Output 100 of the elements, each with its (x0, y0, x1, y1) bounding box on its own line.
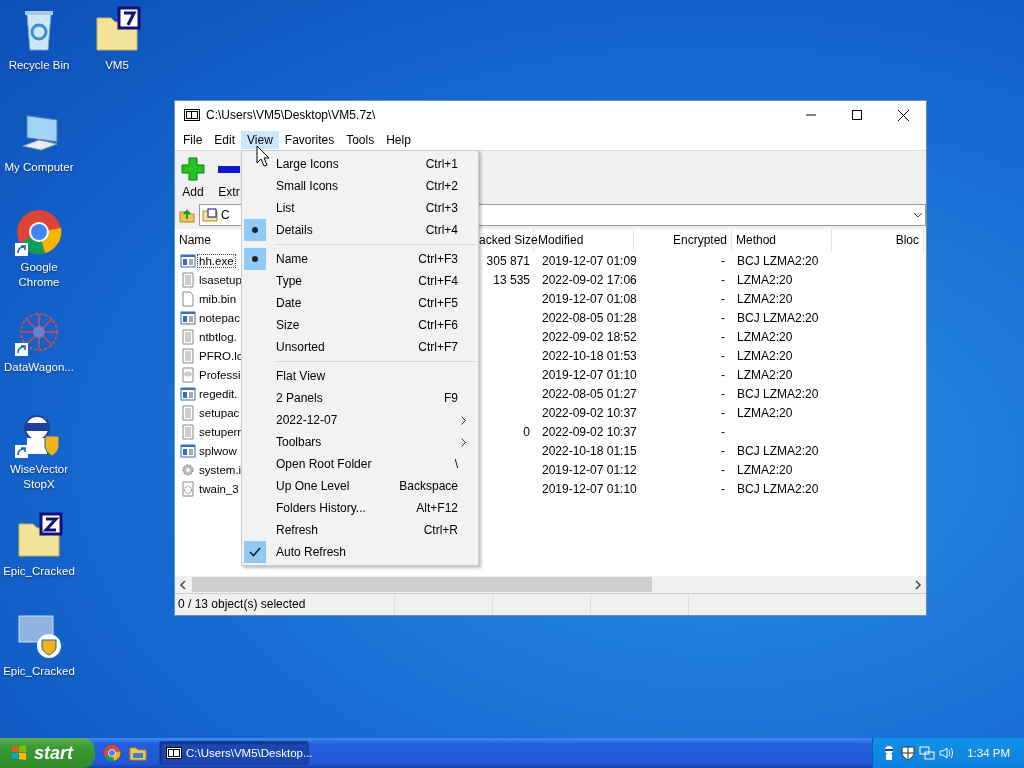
file-icon (180, 423, 196, 440)
table-cell-text: BCJ LZMA2:20 (736, 481, 820, 496)
table-cell-text: BCJ LZMA2:20 (736, 386, 820, 401)
file-icon (180, 328, 196, 345)
desktop-icon-label[interactable]: My Computer (0, 160, 78, 175)
desktop-icon-label[interactable]: VM5 (78, 58, 156, 73)
menu-item[interactable]: File (177, 130, 209, 149)
program-file-icon (180, 252, 196, 269)
menu-item[interactable]: 2 Panels F9 (242, 387, 478, 409)
table-cell-text: LZMA2:20 (736, 329, 794, 344)
start-button[interactable]: start (0, 738, 95, 768)
table-cell-text: 2022-09-02 10:37 (541, 405, 634, 420)
menu-item[interactable]: Tools (340, 130, 381, 149)
table-cell-text: - (720, 310, 726, 325)
menu-item[interactable]: Toolbars (242, 431, 478, 453)
table-cell-text: 2022-10-18 01:15 (541, 443, 634, 458)
file-name[interactable]: mib.bin (197, 291, 239, 306)
desktop-icon-label[interactable]: DataWagon... (0, 360, 78, 375)
menu-item[interactable]: Help (380, 130, 417, 149)
browser-icon[interactable] (15, 208, 63, 256)
menu-item[interactable]: Favorites (278, 130, 341, 149)
menu-item[interactable]: Date Ctrl+F5 (242, 292, 478, 314)
shield-tray-icon[interactable] (900, 745, 917, 761)
table-cell-text: 0 (522, 424, 531, 439)
file-name[interactable]: twain_3 (197, 481, 241, 496)
program-file-icon (180, 309, 196, 326)
menu-item[interactable]: Flat View (242, 365, 478, 387)
speaker-icon[interactable] (938, 745, 955, 761)
table-cell-text: LZMA2:20 (736, 348, 794, 363)
table-cell-text: 2019-12-07 01:09 (541, 253, 634, 268)
file-icon (180, 271, 196, 288)
menu-item[interactable]: Folders History... Alt+F12 (242, 497, 478, 519)
menu-item[interactable]: Unsorted Ctrl+F7 (242, 336, 478, 358)
table-cell-text: 2019-12-07 01:12 (541, 462, 634, 477)
table-cell-text: - (720, 424, 726, 439)
table-cell-text: - (720, 253, 726, 268)
desktop-icon-label[interactable]: WiseVector StopX (0, 462, 78, 492)
desktop-icon-label[interactable]: Google Chrome (0, 260, 78, 290)
menu-item[interactable]: Auto Refresh (242, 541, 478, 563)
table-cell-text: 305 871 (485, 253, 531, 268)
up-folder-icon[interactable] (179, 207, 195, 223)
file-name[interactable]: lsasetup (197, 272, 244, 287)
file-icon (180, 480, 196, 497)
browser-icon[interactable] (103, 744, 121, 762)
file-name[interactable]: notepac (197, 310, 242, 325)
table-cell-text: LZMA2:20 (736, 405, 794, 420)
close-button[interactable] (897, 109, 909, 121)
desktop-icon[interactable] (15, 512, 63, 560)
table-cell-text: BCJ LZMA2:20 (736, 253, 820, 268)
menu-item[interactable]: Open Root Folder \ (242, 453, 478, 475)
program-file-icon (180, 385, 196, 402)
clock[interactable]: 1:34 PM (967, 747, 1010, 759)
menu-item[interactable]: Size Ctrl+F6 (242, 314, 478, 336)
column-header[interactable]: Encrypted (634, 229, 732, 251)
file-name[interactable]: setupac (197, 405, 242, 420)
table-cell-text: 2022-09-02 18:52 (541, 329, 634, 344)
table-cell-text: 2019-12-07 01:08 (541, 291, 634, 306)
desktop-icon-label[interactable]: Recycle Bin (0, 58, 78, 73)
menu-item[interactable]: Up One Level Backspace (242, 475, 478, 497)
column-header[interactable]: Bloc (832, 229, 924, 251)
menu-item[interactable]: View (241, 130, 279, 149)
desktop-icon-label[interactable]: Epic_Cracked (0, 664, 78, 679)
app-icon (184, 109, 200, 121)
table-cell-text: LZMA2:20 (736, 462, 794, 477)
menu-item[interactable]: Type Ctrl+F4 (242, 270, 478, 292)
file-icon (180, 404, 196, 421)
desktop-icon[interactable] (15, 612, 63, 660)
file-name[interactable]: ntbtlog. (197, 329, 239, 344)
file-name[interactable]: regedit. (197, 386, 240, 401)
file-icon (180, 461, 196, 478)
program-file-icon (180, 442, 196, 459)
file-name[interactable]: Professi (197, 367, 243, 382)
menu-item[interactable]: 2022-12-07 (242, 409, 478, 431)
desktop-icon[interactable] (93, 6, 141, 54)
file-name[interactable]: splwow (197, 443, 239, 458)
column-header[interactable]: Method (732, 229, 832, 251)
file-name[interactable]: system.i (197, 462, 244, 477)
table-cell-text: - (720, 405, 726, 420)
table-cell-text: - (720, 348, 726, 363)
file-name[interactable]: hh.exe (197, 253, 236, 268)
file-icon (180, 347, 196, 364)
table-cell-text: 2022-10-18 01:53 (541, 348, 634, 363)
status-text: 0 / 13 object(s) selected (175, 594, 395, 615)
maximize-button[interactable] (852, 110, 862, 120)
table-cell-text: 2022-09-02 17:06 (541, 272, 634, 287)
file-name[interactable]: setuperr (197, 424, 244, 439)
table-cell-text: BCJ LZMA2:20 (736, 443, 820, 458)
desktop-icon-label[interactable]: Epic_Cracked (0, 564, 78, 579)
plus-icon (180, 156, 206, 182)
toolbar-button[interactable]: Add (175, 151, 211, 199)
menu-item[interactable]: Name Ctrl+F3 (242, 248, 478, 270)
table-cell-text: LZMA2:20 (736, 291, 794, 306)
table-cell-text: 2022-08-05 01:27 (541, 386, 634, 401)
table-cell-text: 2022-08-05 01:28 (541, 310, 634, 325)
app-icon (166, 747, 182, 759)
table-cell-text: - (720, 386, 726, 401)
folder-icon[interactable] (129, 744, 147, 762)
menu-item[interactable]: Edit (208, 130, 242, 149)
file-icon (180, 290, 196, 307)
menu-item[interactable]: Refresh Ctrl+R (242, 519, 478, 541)
